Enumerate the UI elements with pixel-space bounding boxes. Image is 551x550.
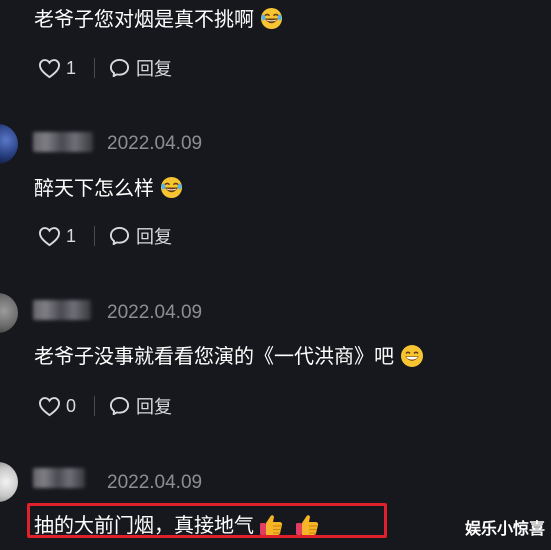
comment-date: 2022.04.09 <box>107 133 203 154</box>
avatar[interactable] <box>0 124 18 164</box>
like-count: 1 <box>66 225 77 246</box>
like-button[interactable]: 1 <box>38 226 80 247</box>
username-blurred <box>33 468 85 488</box>
highlight-box <box>27 503 387 538</box>
like-count: 0 <box>66 395 77 416</box>
comment-actions: 0 回复 <box>38 393 172 419</box>
username-blurred <box>33 132 93 152</box>
grinning-emoji-icon <box>401 345 423 367</box>
heart-icon <box>38 58 61 78</box>
like-button[interactable]: 0 <box>38 396 80 417</box>
reply-button[interactable]: 回复 <box>109 223 172 249</box>
heart-icon <box>38 226 61 246</box>
like-button[interactable]: 1 <box>38 58 80 79</box>
avatar[interactable] <box>0 293 18 333</box>
comment-actions: 1 回复 <box>38 223 172 249</box>
watermark: 娱乐小惊喜 <box>464 519 545 538</box>
rolling-laugh-emoji-icon <box>260 7 283 30</box>
heart-icon <box>38 396 61 416</box>
comment-date: 2022.04.09 <box>107 302 203 323</box>
speech-bubble-icon <box>109 58 130 78</box>
reply-button[interactable]: 回复 <box>109 55 172 81</box>
reply-label: 回复 <box>136 59 172 80</box>
speech-bubble-icon <box>109 226 130 246</box>
username-blurred <box>33 300 91 320</box>
divider <box>94 58 95 78</box>
comment-text: 老爷子没事就看看您演的《一代洪商》吧 <box>34 344 424 368</box>
comment-date: 2022.04.09 <box>107 472 203 493</box>
divider <box>94 396 95 416</box>
avatar[interactable] <box>0 462 18 502</box>
comment-text: 老爷子您对烟是真不挑啊 <box>34 7 283 30</box>
speech-bubble-icon <box>109 396 130 416</box>
reply-label: 回复 <box>136 397 172 418</box>
comment-actions: 1 回复 <box>38 55 172 81</box>
reply-label: 回复 <box>136 227 172 248</box>
comment-body: 醉天下怎么样 <box>34 175 154 200</box>
like-count: 1 <box>66 57 77 78</box>
rolling-laugh-emoji-icon <box>160 176 183 199</box>
comment-body: 老爷子没事就看看您演的《一代洪商》吧 <box>34 344 394 368</box>
divider <box>94 226 95 246</box>
comment-list: 老爷子您对烟是真不挑啊 1 回复 2022.04.09 醉天下怎么样 1 回复 … <box>0 0 551 550</box>
comment-text: 醉天下怎么样 <box>34 176 183 199</box>
comment-body: 老爷子您对烟是真不挑啊 <box>34 6 254 31</box>
reply-button[interactable]: 回复 <box>109 393 172 419</box>
